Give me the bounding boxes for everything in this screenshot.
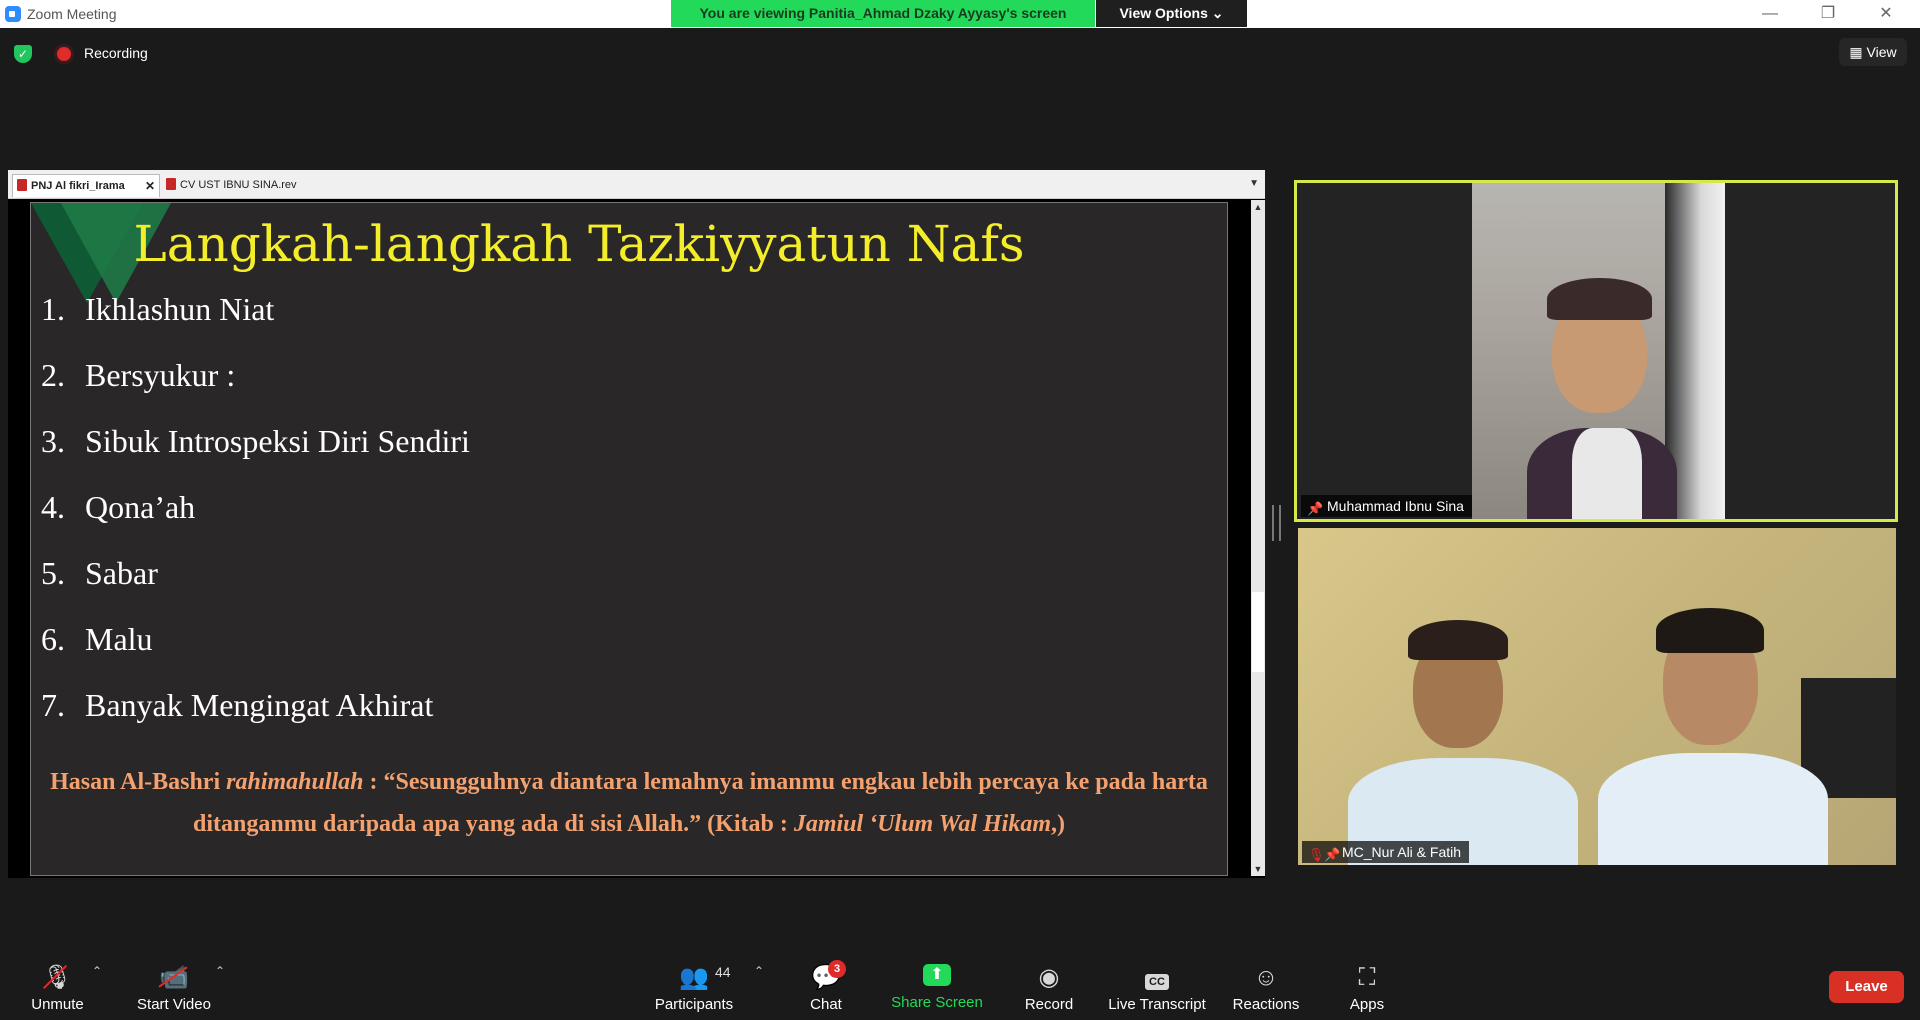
- record-icon: ◉: [1038, 964, 1060, 991]
- mic-muted-icon: 🎙: [42, 964, 73, 991]
- slide-list-item: 1. Ikhlashun Niat: [41, 291, 275, 327]
- tab-label: PNJ Al fikri_Irama: [31, 180, 125, 192]
- close-tab-icon[interactable]: ✕: [145, 175, 155, 197]
- participant-video: [1472, 183, 1725, 519]
- apps-button[interactable]: ⛶ Apps: [1344, 942, 1390, 1020]
- grid-icon: ▦: [1849, 44, 1863, 60]
- participant-count: 44: [715, 964, 731, 980]
- view-layout-button[interactable]: ▦ View: [1839, 38, 1907, 66]
- pin-icon: 📌: [1307, 501, 1324, 516]
- participant-figure: [1527, 278, 1677, 519]
- start-video-button[interactable]: 📹 Start Video: [128, 942, 220, 1020]
- shared-screen: PNJ Al fikri_Irama ✕ CV UST IBNU SINA.re…: [8, 170, 1265, 878]
- security-shield-icon[interactable]: ✓: [14, 45, 32, 63]
- share-screen-button[interactable]: ⬆ Share Screen: [885, 942, 989, 1020]
- participants-button[interactable]: 👥 Participants: [650, 942, 738, 1020]
- closed-caption-icon: CC: [1102, 963, 1212, 993]
- tab-label: CV UST IBNU SINA.rev: [180, 179, 297, 191]
- close-window-button[interactable]: ✕: [1863, 2, 1909, 26]
- slide-list-item: 2. Bersyukur :: [41, 357, 236, 393]
- leave-button[interactable]: Leave: [1829, 971, 1904, 1003]
- chat-unread-badge: 3: [828, 960, 846, 978]
- pdf-icon: [17, 179, 27, 191]
- slide-quote: Hasan Al-Bashri rahimahullah : “Sesunggu…: [50, 769, 1208, 837]
- slide-title: Langkah-langkah Tazkiyyatun Nafs: [133, 215, 1025, 273]
- zoom-app-icon: [5, 6, 21, 22]
- muted-mic-icon: 🎙: [1308, 847, 1325, 862]
- window-title: Zoom Meeting: [27, 6, 117, 22]
- tab-cv-ust-ibnu-sina[interactable]: CV UST IBNU SINA.rev: [162, 174, 322, 196]
- share-screen-icon: ⬆: [923, 964, 951, 986]
- tab-menu-chevron-icon[interactable]: ▼: [1249, 178, 1259, 189]
- unmute-button[interactable]: 🎙 Unmute: [20, 942, 95, 1020]
- recording-indicator-icon: [57, 47, 71, 61]
- audio-options-chevron-icon[interactable]: ⌃: [92, 964, 102, 978]
- chat-button[interactable]: 💬 Chat: [800, 942, 852, 1020]
- scroll-down-icon[interactable]: ▼: [1251, 864, 1265, 874]
- panel-splitter-handle[interactable]: [1272, 505, 1281, 541]
- document-scrollbar[interactable]: ▲ ▼: [1251, 200, 1265, 876]
- minimize-button[interactable]: —: [1747, 2, 1793, 26]
- video-tile-mc[interactable]: 🎙 📌 MC_Nur Ali & Fatih: [1298, 528, 1896, 865]
- slide-list-item: 3. Sibuk Introspeksi Diri Sendiri: [41, 423, 470, 459]
- live-transcript-button[interactable]: CC Live Transcript: [1102, 942, 1212, 1020]
- pdf-icon: [166, 178, 176, 190]
- recording-label: Recording: [84, 45, 148, 61]
- participant-name-label: 📌 Muhammad Ibnu Sina: [1301, 495, 1472, 517]
- scroll-thumb[interactable]: [1252, 592, 1264, 672]
- tab-pnj-al-fikri[interactable]: PNJ Al fikri_Irama ✕: [12, 174, 160, 197]
- slide-list-item: 4. Qona’ah: [41, 489, 196, 525]
- video-off-icon: 📹: [128, 963, 220, 993]
- slide-list-item: 6. Malu: [41, 621, 153, 657]
- slide-list: 1. Ikhlashun Niat 2. Bersyukur : 3. Sibuk I…: [41, 291, 470, 753]
- participant-figure: [1598, 753, 1828, 865]
- window-titlebar: Zoom Meeting You are viewing Panitia_Ahm…: [0, 0, 1920, 28]
- view-label: View: [1866, 44, 1897, 60]
- reactions-button[interactable]: ☺ Reactions: [1230, 942, 1302, 1020]
- presentation-slide: Langkah-langkah Tazkiyyatun Nafs 1. Ikhla…: [30, 202, 1228, 876]
- participant-hair: [1408, 620, 1508, 660]
- participant-name-label: 🎙 📌 MC_Nur Ali & Fatih: [1302, 841, 1470, 863]
- pin-icon: 📌: [1324, 847, 1341, 862]
- scroll-up-icon[interactable]: ▲: [1251, 202, 1265, 212]
- meeting-toolbar: 🎙 Unmute ⌃ 📹 Start Video ⌃ 👥 Participant…: [0, 942, 1920, 1020]
- video-options-chevron-icon[interactable]: ⌃: [215, 964, 225, 978]
- slide-list-item: 7. Banyak Mengingat Akhirat: [41, 687, 434, 723]
- viewing-screen-banner: You are viewing Panitia_Ahmad Dzaky Ayya…: [671, 0, 1095, 27]
- record-button[interactable]: ◉ Record: [1018, 942, 1080, 1020]
- smile-plus-icon: ☺: [1253, 964, 1279, 991]
- view-options-button[interactable]: View Options ⌄: [1096, 0, 1247, 27]
- participants-chevron-icon[interactable]: ⌃: [754, 964, 764, 978]
- restore-button[interactable]: ❐: [1805, 2, 1851, 26]
- video-tile-speaker[interactable]: 📌 Muhammad Ibnu Sina: [1294, 180, 1898, 522]
- slide-list-item: 5. Sabar: [41, 555, 158, 591]
- document-tab-bar: PNJ Al fikri_Irama ✕ CV UST IBNU SINA.re…: [8, 170, 1265, 199]
- participant-hair: [1656, 608, 1764, 653]
- apps-icon: ⛶: [1358, 964, 1376, 991]
